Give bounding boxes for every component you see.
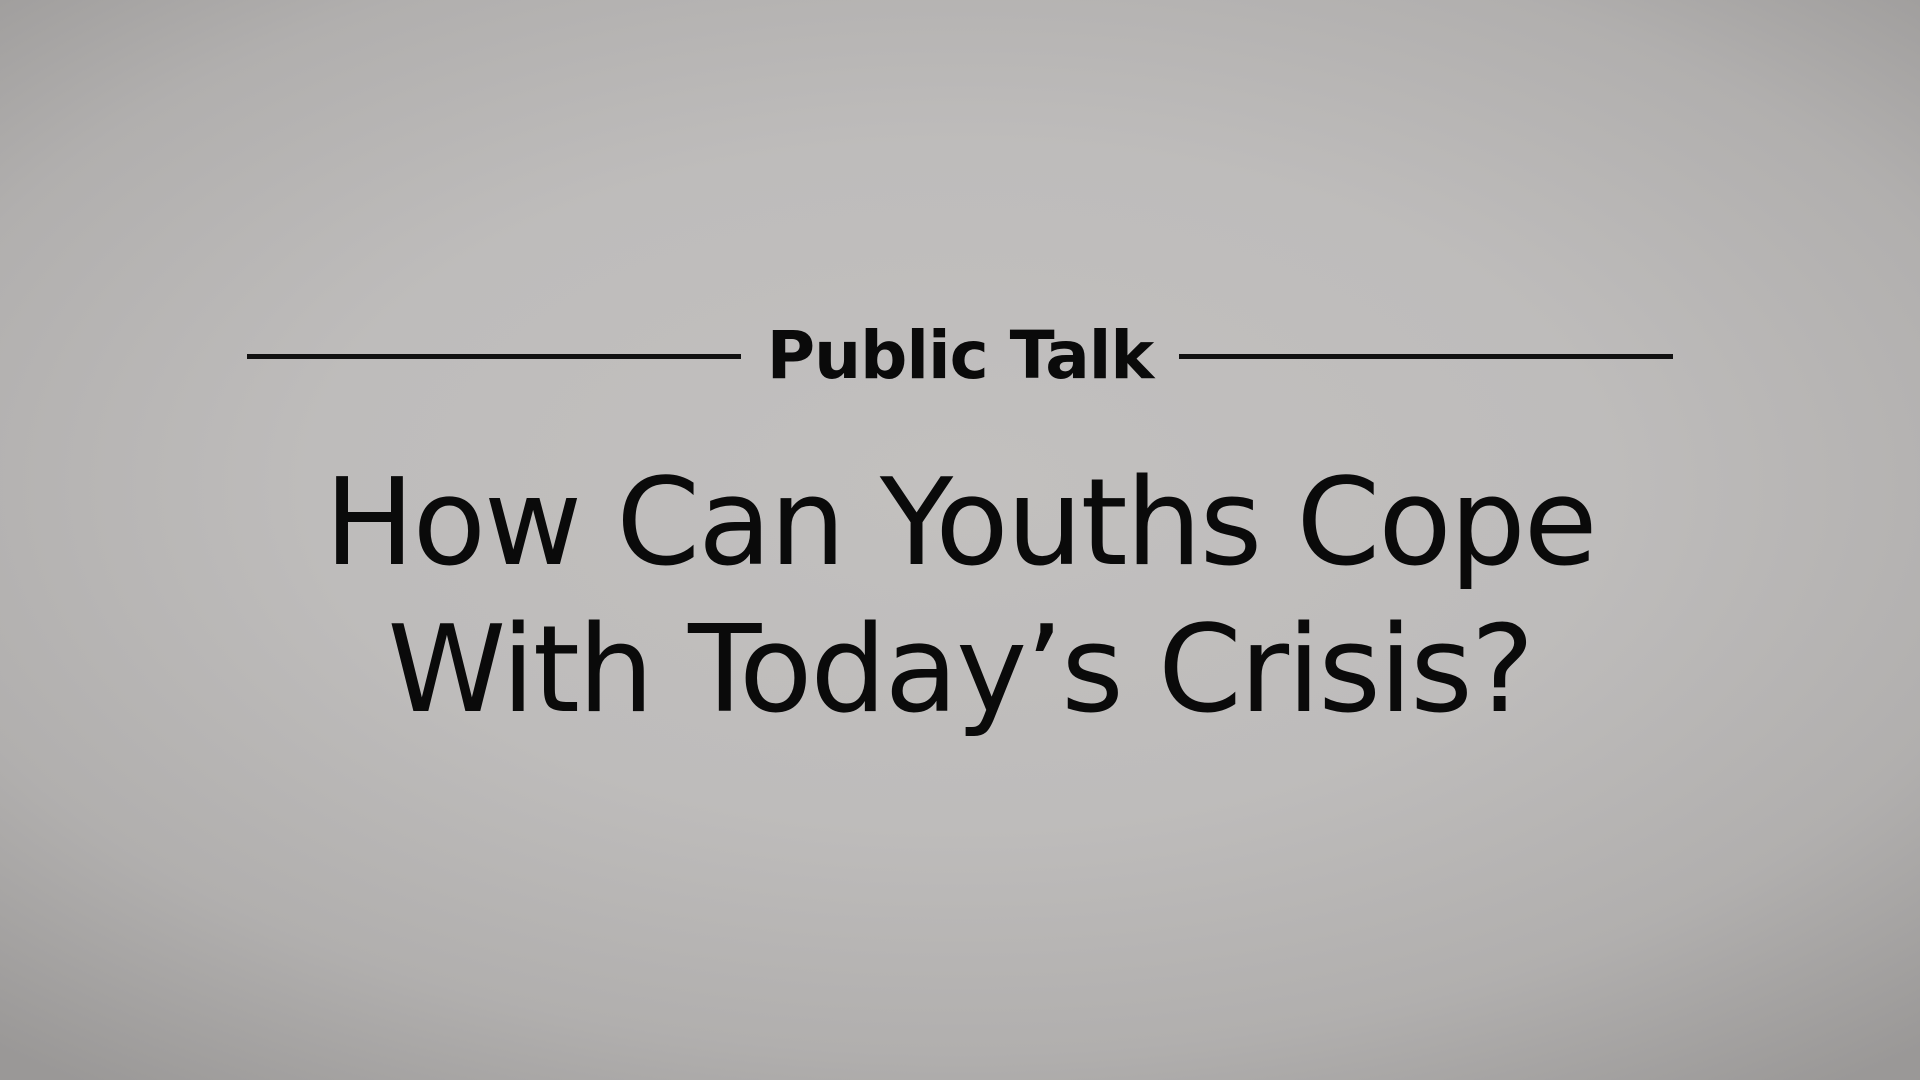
talk-type-label: Public Talk [766, 317, 1155, 394]
kicker-row: Public Talk [247, 318, 1673, 394]
talk-title-line-1: How Can Youths Cope [324, 454, 1597, 593]
right-divider-line [1178, 353, 1673, 359]
talk-title-line-2: With Today’s Crisis? [387, 601, 1535, 740]
left-divider-line [247, 353, 741, 359]
title-slide: Public Talk How Can Youths Cope With Tod… [0, 0, 1920, 1080]
talk-title: How Can Youths Cope With Today’s Crisis? [160, 450, 1760, 744]
